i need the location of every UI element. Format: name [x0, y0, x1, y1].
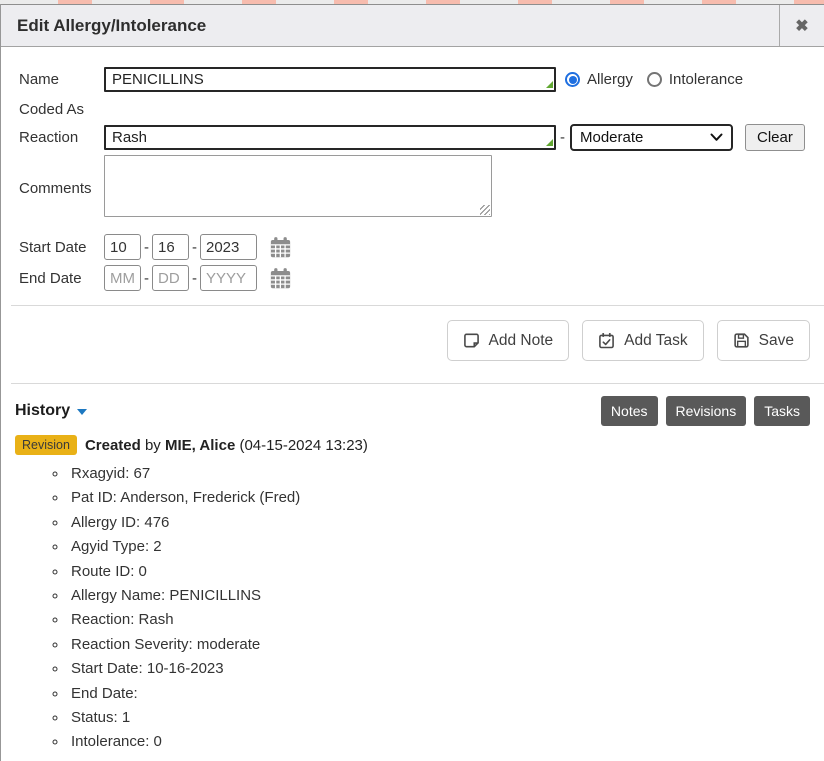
end-date-row: End Date - - [19, 265, 824, 291]
comments-row: Comments [19, 155, 824, 221]
radio-option-allergy[interactable]: Allergy [565, 71, 633, 88]
start-date-day-input[interactable] [152, 234, 189, 260]
history-filter-buttons: Notes Revisions Tasks [601, 396, 810, 426]
severity-selected-value: Moderate [580, 129, 643, 146]
revisions-button[interactable]: Revisions [666, 396, 747, 426]
autocomplete-grip-icon [546, 139, 553, 146]
history-detail-item: Start Date: 10-16-2023 [68, 657, 824, 681]
start-date-label: Start Date [19, 239, 104, 256]
history-details-list: Rxagyid: 67Pat ID: Anderson, Frederick (… [1, 462, 824, 755]
history-detail-item: Pat ID: Anderson, Frederick (Fred) [68, 486, 824, 510]
date-separator: - [144, 270, 149, 287]
radio-unselected-icon [647, 72, 662, 87]
history-detail-item: Reaction Severity: moderate [68, 633, 824, 657]
history-entry-text: Created by MIE, Alice (04-15-2024 13:23) [85, 437, 368, 454]
dialog-title: Edit Allergy/Intolerance [1, 16, 779, 36]
calendar-icon [269, 236, 292, 259]
name-row: Name Allergy Intolerance [19, 67, 824, 92]
revision-badge: Revision [15, 435, 77, 455]
history-header: History Notes Revisions Tasks [1, 396, 824, 426]
date-separator: - [192, 239, 197, 256]
add-note-button[interactable]: Add Note [447, 320, 570, 361]
close-button[interactable]: ✖ [779, 5, 824, 46]
reaction-label: Reaction [19, 129, 104, 146]
save-label: Save [759, 332, 794, 350]
radio-selected-icon [565, 72, 580, 87]
caret-down-icon [77, 409, 87, 415]
history-title: History [15, 402, 70, 420]
allergy-form: Name Allergy Intolerance Coded As Reacti… [1, 47, 824, 305]
name-input-wrap [104, 67, 556, 92]
radio-label-allergy: Allergy [587, 71, 633, 88]
start-date-row: Start Date - - [19, 234, 824, 260]
end-date-label: End Date [19, 270, 104, 287]
radio-label-intolerance: Intolerance [669, 71, 743, 88]
reaction-input[interactable] [104, 125, 556, 150]
type-radio-group: Allergy Intolerance [565, 71, 743, 88]
history-detail-item: End Date: [68, 682, 824, 706]
end-date-day-input[interactable] [152, 265, 189, 291]
comments-textarea-wrap [104, 155, 492, 221]
start-date-year-input[interactable] [200, 234, 257, 260]
history-detail-item: Reaction: Rash [68, 608, 824, 632]
reaction-input-wrap [104, 125, 556, 150]
start-date-month-input[interactable] [104, 234, 141, 260]
divider [11, 383, 824, 384]
date-separator: - [192, 270, 197, 287]
history-detail-item: Allergy Name: PENICILLINS [68, 584, 824, 608]
history-detail-item: Status: 1 [68, 706, 824, 730]
entry-timestamp: (04-15-2024 13:23) [239, 437, 367, 454]
calendar-icon [269, 267, 292, 290]
dialog-titlebar: Edit Allergy/Intolerance ✖ [1, 4, 824, 47]
date-separator: - [144, 239, 149, 256]
save-button[interactable]: Save [717, 320, 810, 361]
add-task-button[interactable]: Add Task [582, 320, 703, 361]
comments-textarea[interactable] [104, 155, 492, 217]
severity-separator: - [560, 129, 565, 146]
actions-row: Add Note Add Task Save [1, 306, 824, 383]
radio-option-intolerance[interactable]: Intolerance [647, 71, 743, 88]
history-entry: Revision Created by MIE, Alice (04-15-20… [15, 435, 824, 455]
tasks-button[interactable]: Tasks [754, 396, 810, 426]
add-task-label: Add Task [624, 332, 687, 350]
autocomplete-grip-icon [546, 81, 553, 88]
entry-action: Created [85, 437, 141, 454]
history-detail-item: Allergy ID: 476 [68, 511, 824, 535]
severity-select[interactable]: Moderate [570, 124, 733, 151]
close-icon: ✖ [795, 16, 808, 36]
history-detail-item: Route ID: 0 [68, 560, 824, 584]
history-detail-item: Agyid Type: 2 [68, 535, 824, 559]
save-icon [733, 332, 750, 349]
coded-as-row: Coded As [19, 99, 824, 119]
reaction-row: Reaction - Moderate Clear [19, 124, 824, 151]
history-detail-item: Rxagyid: 67 [68, 462, 824, 486]
name-input[interactable] [104, 67, 556, 92]
history-toggle[interactable]: History [15, 402, 87, 420]
end-date-month-input[interactable] [104, 265, 141, 291]
chevron-down-icon [710, 133, 723, 142]
calendar-check-icon [598, 332, 615, 349]
add-note-label: Add Note [489, 332, 554, 350]
clear-button[interactable]: Clear [745, 124, 805, 151]
entry-user: MIE, Alice [165, 437, 235, 454]
end-date-year-input[interactable] [200, 265, 257, 291]
note-icon [463, 332, 480, 349]
notes-button[interactable]: Notes [601, 396, 658, 426]
name-label: Name [19, 71, 104, 88]
start-date-calendar-button[interactable] [269, 236, 292, 259]
entry-preposition: by [145, 437, 161, 454]
comments-label: Comments [19, 180, 104, 197]
edit-allergy-dialog: Edit Allergy/Intolerance ✖ Name Allergy … [0, 4, 824, 761]
coded-as-label: Coded As [19, 101, 104, 118]
resize-handle[interactable] [480, 205, 490, 215]
history-detail-item: Intolerance: 0 [68, 730, 824, 754]
end-date-calendar-button[interactable] [269, 267, 292, 290]
